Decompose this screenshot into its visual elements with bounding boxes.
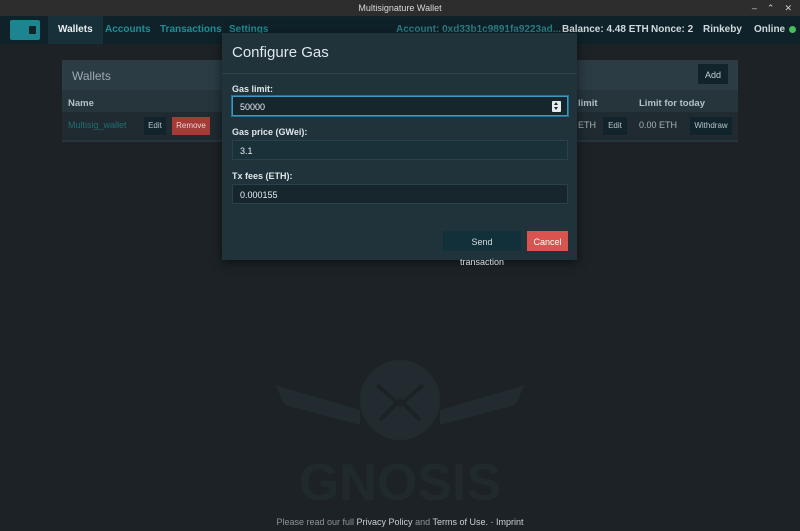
send-transaction-button[interactable]: Send transaction <box>443 231 521 267</box>
panel-title: Wallets <box>72 69 111 83</box>
minimize-icon[interactable]: – <box>752 0 757 16</box>
wallet-logo-icon[interactable] <box>10 20 40 40</box>
nonce-display: Nonce: 2 <box>651 24 694 35</box>
column-header-limit: limit <box>578 98 598 109</box>
daily-limit-value: ETH <box>578 120 596 130</box>
cancel-button[interactable]: Cancel <box>527 231 568 251</box>
close-icon[interactable]: ✕ <box>784 0 792 16</box>
maximize-icon[interactable]: ⌃ <box>767 0 775 16</box>
gas-price-input[interactable]: 3.1 <box>232 140 568 160</box>
window-title: Multisignature Wallet <box>358 3 442 13</box>
dialog-divider <box>222 73 577 74</box>
footer-dash: - <box>490 517 494 527</box>
number-stepper-icon[interactable] <box>552 101 561 112</box>
gas-price-value: 3.1 <box>240 146 253 156</box>
edit-wallet-button[interactable]: Edit <box>144 117 166 135</box>
limit-today-value: 0.00 ETH <box>639 120 678 130</box>
tx-fees-field: 0.000155 <box>232 184 568 204</box>
edit-limit-button[interactable]: Edit <box>603 117 627 135</box>
tab-transactions[interactable]: Transactions <box>160 16 222 44</box>
gnosis-watermark-logo: GNOSIS <box>275 360 525 510</box>
configure-gas-dialog: Configure Gas Gas limit: 50000 Gas price… <box>222 33 577 267</box>
column-header-limit-today: Limit for today <box>639 98 705 109</box>
footer: Please read our full Privacy Policy and … <box>0 517 800 527</box>
footer-prefix: Please read our full <box>276 517 355 527</box>
tx-fees-label: Tx fees (ETH): <box>232 171 293 181</box>
window-titlebar: Multisignature Wallet – ⌃ ✕ <box>0 0 800 16</box>
column-header-name: Name <box>68 98 94 109</box>
status-label: Online <box>754 24 786 35</box>
tab-accounts[interactable]: Accounts <box>105 16 151 44</box>
imprint-link[interactable]: Imprint <box>496 517 524 527</box>
network-display: Rinkeby <box>703 24 742 35</box>
tab-wallets[interactable]: Wallets <box>48 16 103 44</box>
gas-limit-value: 50000 <box>240 102 266 112</box>
remove-wallet-button[interactable]: Remove <box>172 117 210 135</box>
online-status-icon <box>789 25 797 33</box>
dialog-title: Configure Gas <box>232 44 329 61</box>
withdraw-button[interactable]: Withdraw <box>690 117 732 135</box>
wallet-name-link[interactable]: Multisig_wallet <box>68 120 127 130</box>
gas-price-label: Gas price (GWei): <box>232 127 308 137</box>
gas-limit-label: Gas limit: <box>232 84 274 94</box>
privacy-policy-link[interactable]: Privacy Policy <box>357 517 413 527</box>
gas-limit-input[interactable]: 50000 <box>232 96 568 116</box>
window-controls: – ⌃ ✕ <box>752 0 792 16</box>
tx-fees-value: 0.000155 <box>240 190 278 200</box>
terms-of-use-link[interactable]: Terms of Use. <box>432 517 488 527</box>
add-wallet-button[interactable]: Add <box>698 64 728 84</box>
footer-and: and <box>415 517 431 527</box>
connection-status: Online <box>754 16 797 44</box>
watermark-text: GNOSIS <box>299 454 501 510</box>
